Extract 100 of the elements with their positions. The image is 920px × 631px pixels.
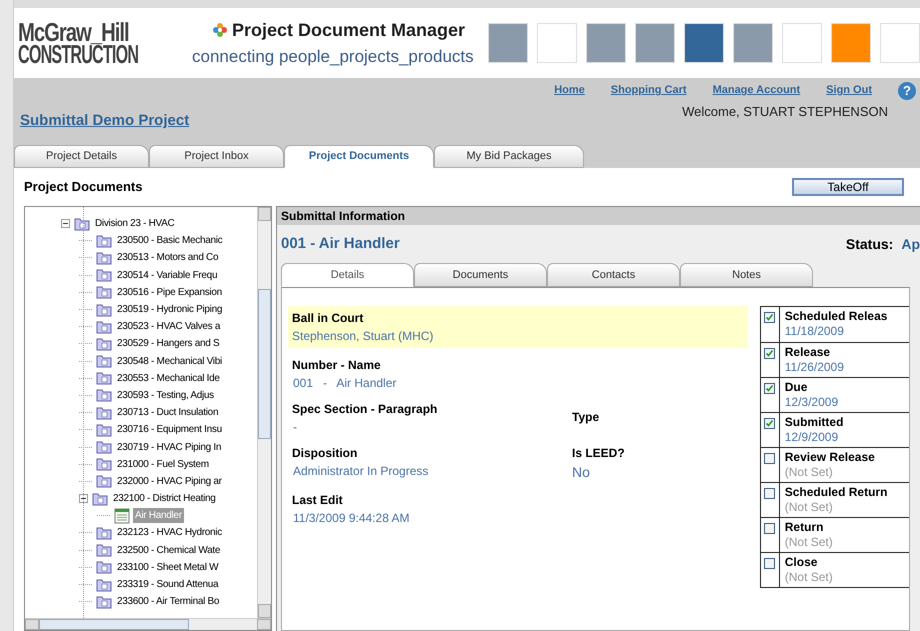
field-label: Ball in Court — [292, 310, 364, 327]
product-title: Project Document Manager — [232, 18, 466, 42]
welcome-text: Welcome, STUART STEPHENSON — [682, 103, 888, 121]
logo: McGraw_Hill CONSTRUCTION — [18, 21, 140, 65]
checkbox[interactable] — [764, 453, 776, 464]
field-value: Stephenson, Stuart (MHC) — [292, 328, 434, 345]
milestone-date: 12/9/2009 — [784, 430, 840, 445]
tree-item[interactable]: 230713 - Duct Insulation — [115, 405, 220, 420]
nav-link[interactable]: Sign Out — [826, 82, 872, 99]
tree-item[interactable]: 232000 - HVAC Piping ar — [115, 474, 224, 489]
folder-icon — [96, 526, 112, 540]
folder-icon — [96, 440, 112, 454]
folder-icon — [92, 492, 108, 506]
field-value: 11/3/2009 9:44:28 AM — [292, 510, 411, 527]
milestone-label: Return — [784, 520, 824, 535]
field-label: Last Edit — [292, 492, 344, 509]
tree-item[interactable]: 231000 - Fuel System — [115, 456, 211, 472]
nav-link[interactable]: Manage Account — [712, 82, 800, 99]
tree-item[interactable]: 233319 - Sound Attenua — [115, 577, 220, 592]
tab[interactable]: Notes — [680, 263, 813, 287]
project-title-link[interactable]: Submittal Demo Project — [20, 110, 190, 132]
folder-icon — [96, 457, 112, 472]
tree-item[interactable]: 230513 - Motors and Co — [115, 250, 220, 266]
document-icon — [114, 508, 130, 524]
takeoff-button[interactable]: TakeOff — [792, 178, 904, 196]
folder-icon — [96, 250, 112, 265]
folder-icon — [74, 216, 90, 231]
field-value: Administrator In Progress — [292, 463, 430, 480]
milestone-label: Scheduled Releas — [784, 309, 888, 324]
tree-item[interactable]: 230716 - Equipment Insu — [115, 422, 224, 438]
field-value: No — [572, 463, 591, 482]
field-value: - — [292, 419, 298, 436]
field-value: 001 - Air Handler — [292, 375, 398, 392]
submittal-title: 001 - Air Handler — [281, 234, 400, 254]
tree-item[interactable]: Division 23 - HVAC — [93, 216, 176, 232]
folder-icon — [96, 560, 112, 574]
tree-item[interactable]: 230529 - Hangers and S — [115, 336, 222, 352]
milestone-label: Release — [784, 345, 832, 360]
tree-item[interactable]: 230593 - Testing, Adjus — [115, 388, 216, 403]
page-title: Project Documents — [24, 178, 142, 196]
checkbox[interactable] — [764, 418, 776, 429]
tree-item[interactable]: 232500 - Chemical Wate — [115, 542, 222, 558]
milestone-label: Submitted — [784, 415, 844, 430]
photo-placeholder — [586, 23, 626, 63]
checkbox[interactable] — [764, 523, 776, 534]
field-label: Spec Section - Paragraph — [292, 401, 438, 418]
tree-item[interactable]: 230514 - Variable Frequ — [115, 268, 220, 283]
checkbox[interactable] — [764, 488, 776, 499]
folder-icon — [96, 594, 112, 609]
horizontal-scrollbar[interactable] — [25, 618, 271, 630]
tree-item[interactable]: 230523 - HVAC Valves a — [115, 319, 222, 334]
flower-logo-icon — [212, 22, 228, 38]
milestone-date: 11/26/2009 — [784, 360, 844, 375]
folder-icon — [96, 302, 112, 317]
milestone-date: (Not Set) — [784, 535, 833, 550]
tagline: connecting people_projects_products — [192, 46, 475, 68]
tree-item[interactable]: 232100 - District Heating — [111, 491, 218, 506]
panel-header: Submittal Information — [277, 207, 920, 225]
photo-placeholder — [635, 23, 675, 63]
vertical-scrollbar[interactable] — [257, 207, 271, 618]
tab[interactable]: Contacts — [547, 263, 680, 287]
tree-item[interactable]: 230548 - Mechanical Vibi — [115, 354, 224, 369]
tree-item[interactable]: 230719 - HVAC Piping In — [115, 440, 224, 455]
tab[interactable]: Details — [281, 263, 414, 287]
checkbox[interactable] — [764, 383, 776, 394]
milestone-date: 12/3/2009 — [784, 395, 838, 410]
folder-icon — [96, 336, 112, 351]
checkbox[interactable] — [764, 558, 776, 569]
nav-link[interactable]: Home — [554, 82, 585, 99]
milestone-label: Close — [784, 555, 818, 570]
milestone-label: Scheduled Return — [784, 485, 888, 500]
help-icon[interactable]: ? — [898, 82, 916, 100]
tree-item[interactable]: 230553 - Mechanical Ide — [115, 370, 222, 386]
tab[interactable]: Documents — [414, 263, 547, 287]
photo-placeholder — [488, 23, 528, 63]
milestone-date: (Not Set) — [784, 465, 834, 480]
tree-item[interactable]: 232123 - HVAC Hydronic — [115, 525, 224, 540]
tree-item[interactable]: 230516 - Pipe Expansion — [115, 284, 224, 300]
folder-icon — [96, 422, 112, 437]
checkbox[interactable] — [764, 348, 776, 359]
folder-icon — [96, 406, 112, 420]
collapse-toggle[interactable] — [79, 494, 88, 504]
tab[interactable]: Project Details — [14, 145, 149, 168]
photo-placeholder — [733, 23, 773, 63]
tab[interactable]: Project Inbox — [149, 145, 284, 168]
tree-item[interactable]: 233600 - Air Terminal Bo — [115, 594, 222, 610]
nav-link[interactable]: Shopping Cart — [610, 82, 687, 99]
status-value: Ap — [901, 234, 920, 254]
folder-icon — [96, 474, 112, 488]
field-label: Type — [572, 409, 600, 426]
tree-item[interactable]: 233100 - Sheet Metal W — [115, 560, 220, 575]
checkbox[interactable] — [764, 312, 776, 323]
milestone-date: (Not Set) — [784, 500, 834, 515]
tree-item[interactable]: 230519 - Hydronic Piping — [115, 302, 224, 318]
collapse-toggle[interactable] — [61, 219, 70, 228]
tree-item[interactable]: 230500 - Basic Mechanic — [115, 233, 224, 248]
tab[interactable]: My Bid Packages — [434, 145, 584, 168]
milestone-date: 11/18/2009 — [784, 324, 845, 339]
field-label: Disposition — [292, 445, 358, 462]
tab[interactable]: Project Documents — [284, 145, 434, 168]
